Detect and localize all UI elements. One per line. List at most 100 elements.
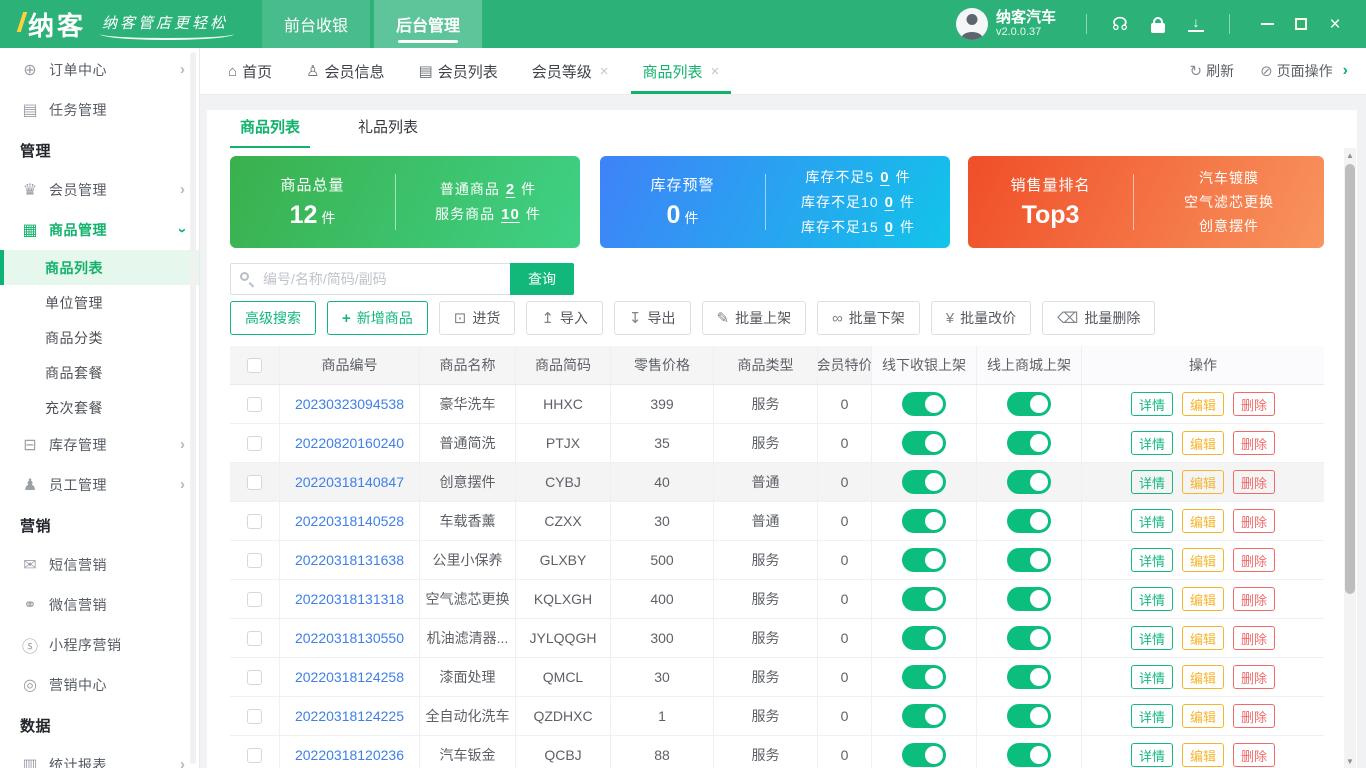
- row-checkbox[interactable]: [247, 435, 262, 451]
- sidebar-item[interactable]: ✉ 短信营销: [0, 545, 199, 585]
- sidebar-item[interactable]: ⚭ 微信营销: [0, 585, 199, 625]
- edit-button[interactable]: 编辑: [1181, 587, 1224, 611]
- online-shelf-toggle[interactable]: [1007, 548, 1051, 572]
- page-tab[interactable]: ⌂ 首页: [228, 48, 272, 94]
- sidebar-item[interactable]: 商品分类: [0, 320, 199, 355]
- toolbar-button[interactable]: + 新增商品: [327, 301, 428, 335]
- edit-button[interactable]: 编辑: [1181, 704, 1224, 728]
- delete-button[interactable]: 删除: [1233, 743, 1276, 767]
- online-shelf-toggle[interactable]: [1007, 626, 1051, 650]
- toolbar-button[interactable]: ↧ 导出: [613, 301, 691, 335]
- scroll-down-arrow[interactable]: ▼: [1344, 754, 1356, 768]
- online-shelf-toggle[interactable]: [1007, 665, 1051, 689]
- page-tab[interactable]: ♙ 会员信息: [306, 48, 384, 94]
- avatar[interactable]: [955, 8, 988, 40]
- delete-button[interactable]: 删除: [1233, 431, 1276, 455]
- online-shelf-toggle[interactable]: [1007, 392, 1051, 416]
- toolbar-button[interactable]: ∞ 批量下架: [817, 301, 920, 335]
- offline-shelf-toggle[interactable]: [902, 392, 946, 416]
- offline-shelf-toggle[interactable]: [902, 509, 946, 533]
- detail-button[interactable]: 详情: [1130, 392, 1173, 416]
- maximize-button[interactable]: [1284, 0, 1318, 48]
- detail-button[interactable]: 详情: [1130, 665, 1173, 689]
- toolbar-button[interactable]: ⊡ 进货: [438, 301, 516, 335]
- delete-button[interactable]: 删除: [1233, 704, 1276, 728]
- sidebar-item[interactable]: 营销: [0, 505, 199, 545]
- online-shelf-toggle[interactable]: [1007, 470, 1051, 494]
- product-code-link[interactable]: 20220318124258: [295, 669, 404, 685]
- scroll-up-arrow[interactable]: ▲: [1344, 148, 1356, 162]
- sidebar-item[interactable]: 商品套餐: [0, 355, 199, 390]
- product-code-link[interactable]: 20220318120236: [295, 747, 404, 763]
- edit-button[interactable]: 编辑: [1181, 431, 1224, 455]
- sidebar-item[interactable]: ⊕ 订单中心 ›: [0, 50, 199, 90]
- sidebar-item[interactable]: ♟ 员工管理 ›: [0, 465, 199, 505]
- delete-button[interactable]: 删除: [1233, 392, 1276, 416]
- offline-shelf-toggle[interactable]: [902, 470, 946, 494]
- sidebar-item[interactable]: 数据: [0, 705, 199, 745]
- edit-button[interactable]: 编辑: [1181, 743, 1224, 767]
- offline-shelf-toggle[interactable]: [902, 548, 946, 572]
- row-checkbox[interactable]: [247, 630, 262, 646]
- content-tab[interactable]: 礼品列表: [348, 116, 428, 148]
- product-code-link[interactable]: 20220318131318: [295, 591, 404, 607]
- edit-button[interactable]: 编辑: [1181, 470, 1224, 494]
- page-actions-button[interactable]: ⊘ 页面操作: [1260, 61, 1333, 81]
- delete-button[interactable]: 删除: [1233, 626, 1276, 650]
- page-tab[interactable]: 商品列表 ×: [630, 48, 732, 94]
- detail-button[interactable]: 详情: [1130, 548, 1173, 572]
- delete-button[interactable]: 删除: [1233, 548, 1276, 572]
- content-tab[interactable]: 商品列表: [230, 116, 311, 148]
- sidebar-item[interactable]: ▥ 统计报表 ›: [0, 745, 199, 768]
- sidebar-item[interactable]: 管理: [0, 130, 199, 170]
- sidebar-item[interactable]: 商品列表: [0, 250, 199, 285]
- detail-button[interactable]: 详情: [1130, 743, 1173, 767]
- sidebar-item[interactable]: ▤ 任务管理: [0, 90, 199, 130]
- page-tab[interactable]: 会员等级 ×: [532, 48, 609, 94]
- toolbar-button[interactable]: ¥ 批量改价: [930, 301, 1032, 335]
- edit-button[interactable]: 编辑: [1181, 392, 1224, 416]
- tab-close-icon[interactable]: ×: [600, 63, 609, 80]
- detail-button[interactable]: 详情: [1130, 431, 1173, 455]
- product-code-link[interactable]: 20220318140847: [295, 474, 404, 490]
- close-button[interactable]: ×: [1318, 0, 1352, 48]
- mode-tab[interactable]: 前台收银: [262, 0, 371, 48]
- row-checkbox[interactable]: [247, 708, 262, 724]
- delete-button[interactable]: 删除: [1233, 587, 1276, 611]
- sidebar-item[interactable]: ▦ 商品管理 ›: [0, 210, 199, 250]
- product-code-link[interactable]: 20220318124225: [295, 708, 404, 724]
- product-code-link[interactable]: 20220318130550: [295, 630, 404, 646]
- query-button[interactable]: 查询: [510, 263, 574, 295]
- download-icon[interactable]: ↓: [1181, 15, 1211, 32]
- delete-button[interactable]: 删除: [1233, 470, 1276, 494]
- online-shelf-toggle[interactable]: [1007, 509, 1051, 533]
- delete-button[interactable]: 删除: [1233, 665, 1276, 689]
- page-tab[interactable]: ▤ 会员列表: [419, 48, 498, 94]
- toolbar-button[interactable]: ⌫ 批量删除: [1042, 301, 1156, 335]
- product-code-link[interactable]: 20230323094538: [295, 396, 404, 412]
- online-shelf-toggle[interactable]: [1007, 743, 1051, 767]
- row-checkbox[interactable]: [247, 669, 262, 685]
- offline-shelf-toggle[interactable]: [902, 704, 946, 728]
- edit-button[interactable]: 编辑: [1181, 509, 1224, 533]
- detail-button[interactable]: 详情: [1130, 470, 1173, 494]
- offline-shelf-toggle[interactable]: [902, 665, 946, 689]
- select-all-checkbox[interactable]: [247, 357, 262, 373]
- sidebar-item[interactable]: 单位管理: [0, 285, 199, 320]
- online-shelf-toggle[interactable]: [1007, 587, 1051, 611]
- row-checkbox[interactable]: [247, 591, 262, 607]
- edit-button[interactable]: 编辑: [1181, 548, 1224, 572]
- sidebar-item[interactable]: ⊟ 库存管理 ›: [0, 425, 199, 465]
- tab-close-icon[interactable]: ×: [711, 63, 720, 80]
- lock-icon[interactable]: [1143, 16, 1173, 33]
- minimize-button[interactable]: [1250, 0, 1284, 48]
- online-shelf-toggle[interactable]: [1007, 704, 1051, 728]
- refresh-button[interactable]: ↻ 刷新: [1190, 61, 1235, 81]
- row-checkbox[interactable]: [247, 513, 262, 529]
- scrollbar-thumb[interactable]: [1345, 164, 1355, 594]
- detail-button[interactable]: 详情: [1130, 509, 1173, 533]
- edit-button[interactable]: 编辑: [1181, 626, 1224, 650]
- online-shelf-toggle[interactable]: [1007, 431, 1051, 455]
- sidebar-item[interactable]: ♛ 会员管理 ›: [0, 170, 199, 210]
- support-icon[interactable]: ☊: [1105, 14, 1135, 35]
